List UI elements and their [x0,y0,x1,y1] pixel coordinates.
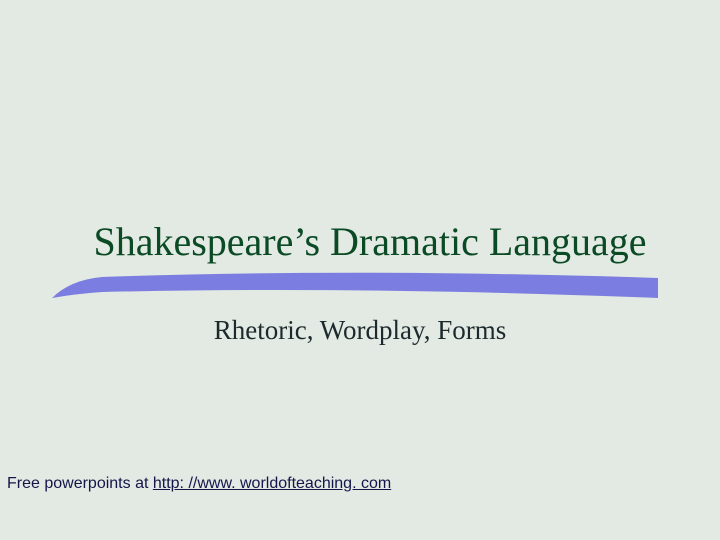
slide-title: Shakespeare’s Dramatic Language [93,219,647,264]
footer-credit: Free powerpoints at http: //www. worldof… [7,474,391,494]
slide: Shakespeare’s Dramatic Language Rhetoric… [0,0,720,540]
title-underline-swoosh [52,272,658,298]
slide-subtitle: Rhetoric, Wordplay, Forms [213,315,507,345]
footer-prefix: Free powerpoints at [7,475,153,492]
footer-link[interactable]: http: //www. worldofteaching. com [153,475,391,492]
